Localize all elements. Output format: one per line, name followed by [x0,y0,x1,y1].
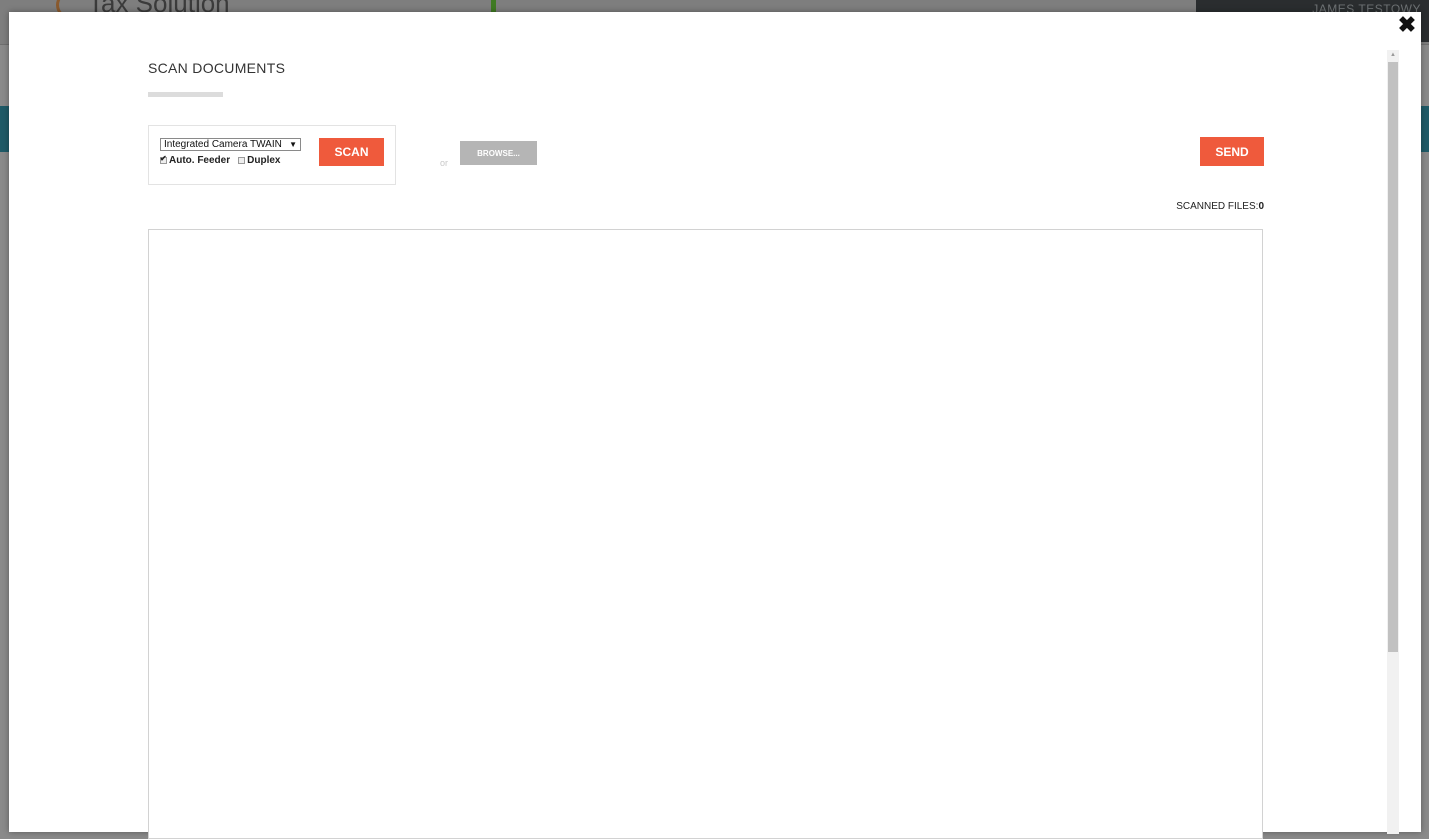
scan-preview-area[interactable] [148,229,1263,839]
scan-button[interactable]: SCAN [319,138,384,166]
scanner-source-select[interactable]: Integrated Camera TWAIN ▼ [160,138,301,151]
scroll-up-arrow-icon[interactable]: ▲ [1387,50,1399,60]
scanned-files-counter: SCANNED FILES:0 [1176,201,1264,212]
chevron-down-icon: ▼ [289,140,297,149]
modal-title: SCAN DOCUMENTS [148,60,286,76]
scanned-files-count: 0 [1258,201,1264,212]
scan-options: Auto. Feeder Duplex [160,154,281,166]
status-indicator [491,0,496,12]
browse-button[interactable]: BROWSE... [460,141,537,165]
duplex-label: Duplex [247,155,281,166]
scan-controls-panel: Integrated Camera TWAIN ▼ Auto. Feeder D… [148,125,396,185]
duplex-checkbox[interactable] [238,157,246,164]
or-separator: or [440,158,449,168]
scanner-source-value: Integrated Camera TWAIN [164,139,282,150]
scrollbar-thumb[interactable] [1388,62,1398,652]
modal-scrollbar[interactable]: ▲ [1387,50,1399,834]
send-button[interactable]: SEND [1200,137,1264,166]
close-icon[interactable]: ✖ [1395,13,1419,37]
scan-documents-modal: SCAN DOCUMENTS Integrated Camera TWAIN ▼… [9,12,1421,839]
scanned-files-label: SCANNED FILES: [1176,201,1259,212]
auto-feeder-checkbox[interactable] [160,154,167,164]
title-underline [148,92,223,97]
auto-feeder-label: Auto. Feeder [169,155,231,166]
